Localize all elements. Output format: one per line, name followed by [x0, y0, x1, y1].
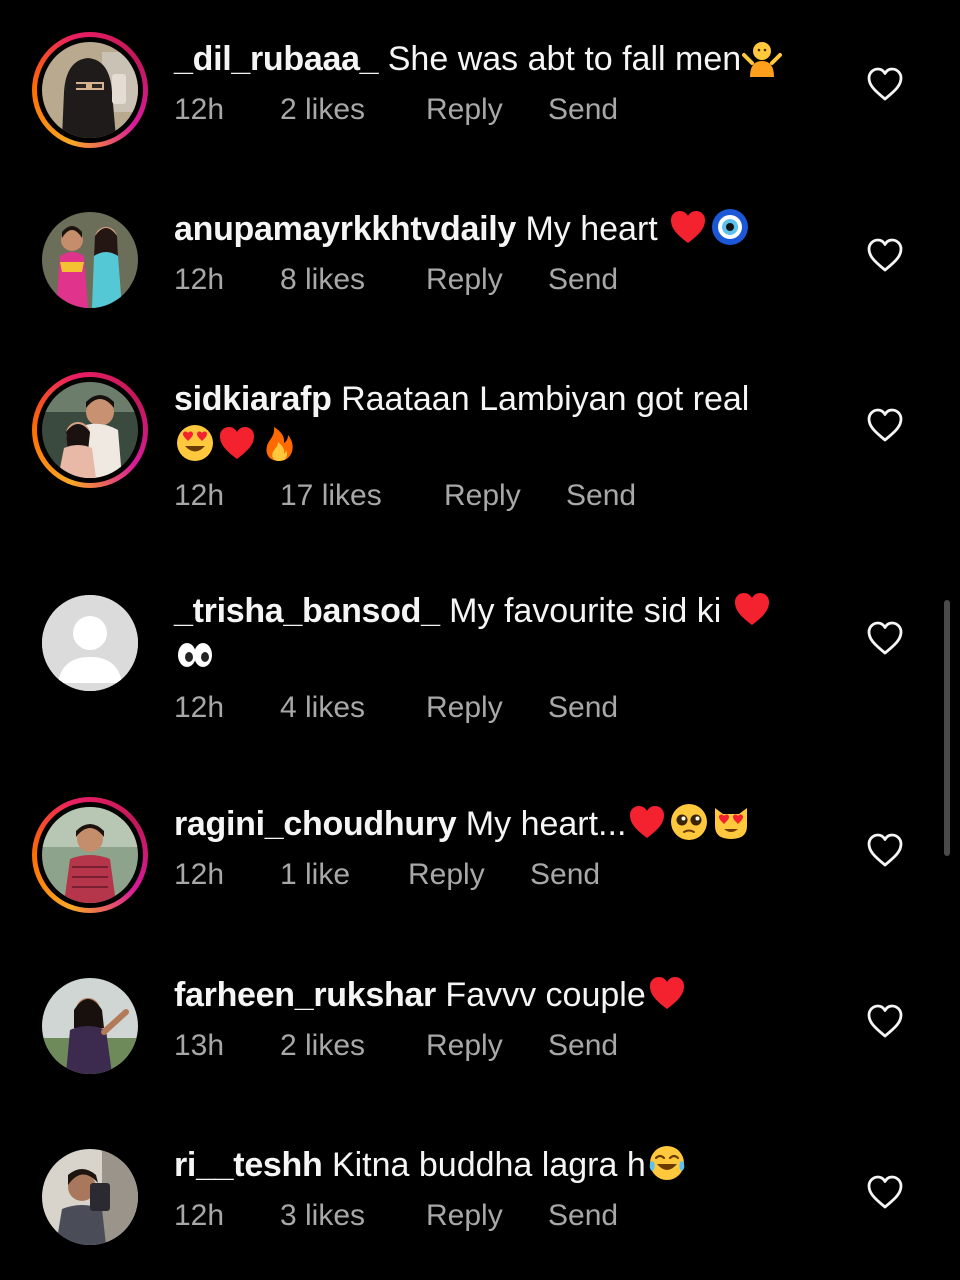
reply-button[interactable]: Reply — [426, 1026, 548, 1066]
comment-likes[interactable]: 17 likes — [280, 476, 444, 516]
comment-likes[interactable]: 4 likes — [280, 688, 426, 728]
comment-username[interactable]: ragini_choudhury — [174, 805, 457, 843]
send-button[interactable]: Send — [530, 855, 600, 895]
avatar-story-ring[interactable] — [32, 797, 148, 913]
default-avatar-icon — [42, 595, 138, 691]
comment-username[interactable]: farheen_rukshar — [174, 976, 436, 1014]
comment-username[interactable]: sidkiarafp — [174, 380, 332, 418]
like-heart-icon[interactable] — [866, 66, 904, 102]
comment-likes[interactable]: 2 likes — [280, 90, 426, 130]
comment-text: ri__teshh Kitna buddha lagra h — [174, 1142, 824, 1188]
comment-time: 13h — [174, 1029, 225, 1062]
avatar-wrapper[interactable] — [32, 585, 148, 701]
comment-text: anupamayrkkhtvdaily My heart — [174, 206, 824, 252]
comment-likes[interactable]: 2 likes — [280, 1026, 426, 1066]
avatar-wrapper[interactable] — [32, 1139, 148, 1255]
avatar-story-ring[interactable] — [32, 32, 148, 148]
avatar — [42, 42, 138, 138]
comment-likes[interactable]: 3 likes — [280, 1196, 426, 1236]
send-button[interactable]: Send — [548, 688, 618, 728]
comment-meta: 12h 8 likes Reply Send — [174, 260, 824, 300]
reply-button[interactable]: Reply — [408, 855, 530, 895]
send-button[interactable]: Send — [548, 260, 618, 300]
heart-eyes-emoji — [177, 425, 213, 461]
comment-time: 12h — [174, 691, 225, 724]
comment-meta: 12h 4 likes Reply Send — [174, 688, 824, 728]
avatar — [42, 212, 138, 308]
comment-body: My heart — [525, 210, 668, 248]
comment-time: 12h — [174, 479, 225, 512]
avatar-wrapper[interactable] — [32, 202, 148, 318]
comment-username[interactable]: anupamayrkkhtvdaily — [174, 210, 516, 248]
comment-meta: 12h 3 likes Reply Send — [174, 1196, 824, 1236]
avatar — [42, 978, 138, 1074]
comment-body: She was abt to fall men — [387, 40, 742, 78]
comment-meta: 12h 1 like Reply Send — [174, 855, 824, 895]
reply-button[interactable]: Reply — [426, 260, 548, 300]
like-heart-icon[interactable] — [866, 620, 904, 656]
nazar-amulet-emoji — [712, 209, 749, 245]
red-heart-emoji — [220, 427, 254, 459]
send-button[interactable]: Send — [548, 1196, 618, 1236]
comment-meta: 12h 17 likes Reply Send — [174, 476, 824, 516]
comment-likes[interactable]: 8 likes — [280, 260, 426, 300]
like-heart-icon[interactable] — [866, 832, 904, 868]
like-heart-icon[interactable] — [866, 237, 904, 273]
person-shrugging-emoji — [742, 42, 783, 77]
like-heart-icon[interactable] — [866, 407, 904, 443]
comment-time: 12h — [174, 263, 225, 296]
reply-button[interactable]: Reply — [426, 688, 548, 728]
comment-username[interactable]: _trisha_bansod_ — [174, 592, 440, 630]
send-button[interactable]: Send — [548, 1026, 618, 1066]
comment-body: Favvv couple — [445, 976, 646, 1014]
tears-of-joy-emoji — [649, 1146, 685, 1180]
comment-text: ragini_choudhury My heart... — [174, 801, 824, 847]
avatar — [42, 1149, 138, 1245]
red-heart-emoji — [649, 977, 684, 1009]
like-heart-icon[interactable] — [866, 1174, 904, 1210]
comment-time: 12h — [174, 1199, 225, 1232]
avatar-story-ring[interactable] — [32, 372, 148, 488]
avatar — [42, 807, 138, 903]
comment-text: farheen_rukshar Favvv couple — [174, 972, 824, 1018]
like-heart-icon[interactable] — [866, 1003, 904, 1039]
comment-username[interactable]: ri__teshh — [174, 1146, 323, 1184]
send-button[interactable]: Send — [566, 476, 636, 516]
red-heart-emoji — [734, 593, 769, 625]
comment-text: _trisha_bansod_ My favourite sid ki — [174, 588, 824, 680]
comment-meta: 12h 2 likes Reply Send — [174, 90, 824, 130]
comment-text: _dil_rubaaa_ She was abt to fall men — [174, 36, 824, 82]
reply-button[interactable]: Reply — [444, 476, 566, 516]
avatar-wrapper[interactable] — [32, 968, 148, 1084]
eyes-emoji — [178, 643, 212, 667]
avatar — [42, 382, 138, 478]
fire-emoji — [266, 427, 293, 461]
comment-time: 12h — [174, 858, 225, 891]
comment-text: sidkiarafp Raataan Lambiyan got real — [174, 376, 824, 468]
pleading-face-emoji — [671, 804, 708, 840]
comment-body: Kitna buddha lagra h — [331, 1146, 646, 1184]
comment-body: My heart... — [465, 805, 627, 843]
reply-button[interactable]: Reply — [426, 1196, 548, 1236]
comment-time: 12h — [174, 93, 225, 126]
comment-body: Raataan Lambiyan got real — [341, 380, 750, 418]
comment-username[interactable]: _dil_rubaaa_ — [174, 40, 379, 78]
red-heart-emoji — [671, 211, 706, 243]
comment-body: My favourite sid ki — [449, 592, 731, 630]
scrollbar-thumb[interactable] — [944, 600, 950, 856]
red-heart-emoji — [630, 806, 665, 838]
reply-button[interactable]: Reply — [426, 90, 548, 130]
send-button[interactable]: Send — [548, 90, 618, 130]
comment-meta: 13h 2 likes Reply Send — [174, 1026, 824, 1066]
comment-likes[interactable]: 1 like — [280, 855, 408, 895]
heart-eyes-cat-emoji — [715, 808, 748, 839]
